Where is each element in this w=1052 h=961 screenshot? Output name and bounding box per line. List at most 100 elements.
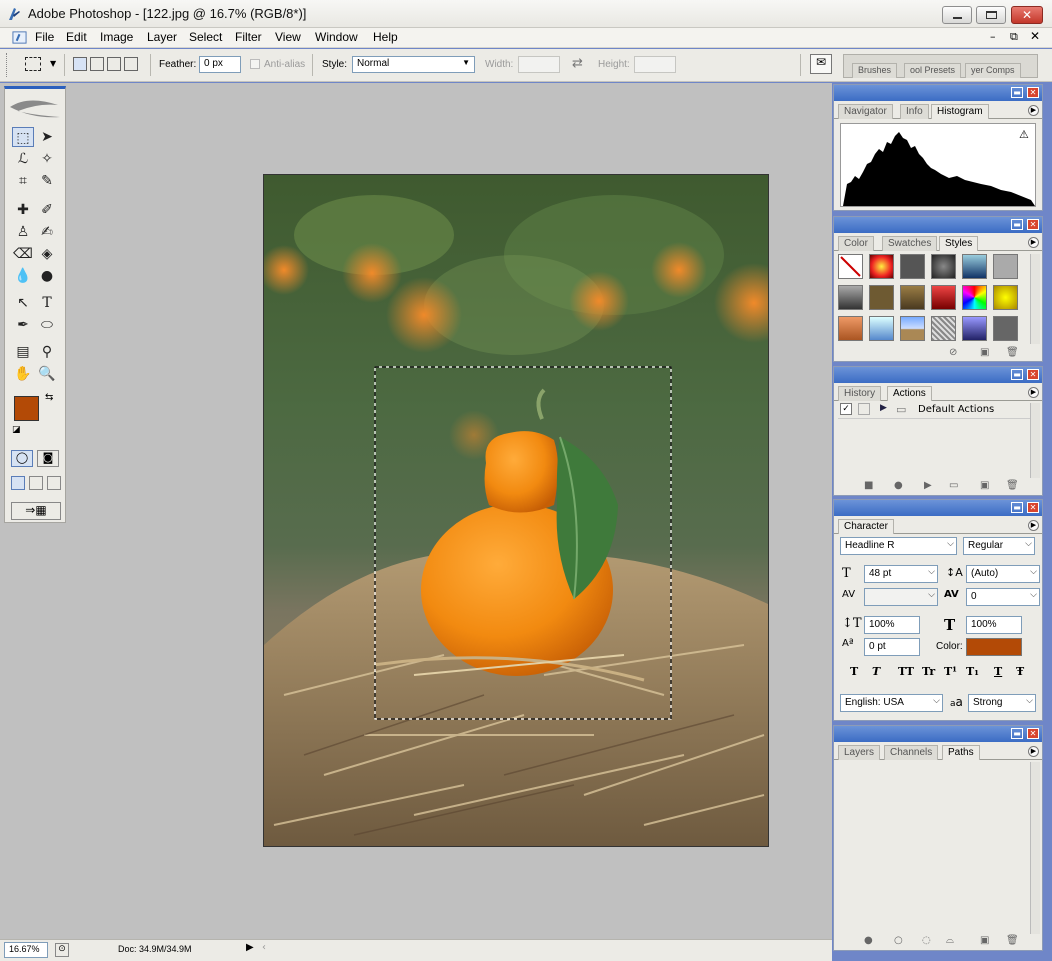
eyedropper-tool[interactable]: ⚲: [36, 342, 58, 362]
actions-scrollbar[interactable]: [1030, 403, 1040, 478]
palette-menu-icon[interactable]: ▶: [1028, 105, 1039, 116]
action-checkbox[interactable]: ✓: [840, 403, 852, 415]
tracking-select[interactable]: 0 ⌵: [966, 588, 1040, 606]
rect-marquee-tool[interactable]: ⬚: [12, 127, 34, 147]
warning-icon[interactable]: ⚠: [1019, 128, 1029, 141]
palette-minimize-icon[interactable]: ▬: [1011, 87, 1023, 98]
baseline-shift-input[interactable]: 0 pt: [864, 638, 920, 656]
zoom-level-field[interactable]: 16.67%: [4, 942, 48, 958]
status-info-icon[interactable]: ⊙: [55, 943, 69, 957]
palette-close-icon[interactable]: ✕: [1027, 219, 1039, 230]
rect-marquee-preset-icon[interactable]: [25, 57, 41, 71]
crop-tool[interactable]: ⌗: [12, 171, 34, 191]
subtract-selection-icon[interactable]: [107, 57, 121, 71]
default-colors-icon[interactable]: ◪: [12, 425, 21, 435]
feather-input[interactable]: 0 px: [199, 56, 241, 73]
menu-edit[interactable]: Edit: [66, 30, 87, 44]
type-tool[interactable]: T: [36, 293, 58, 313]
style-swatch-4[interactable]: [931, 254, 956, 279]
font-size-select[interactable]: 48 pt ⌵: [864, 565, 938, 583]
full-screen-menu-icon[interactable]: [29, 476, 43, 490]
width-input[interactable]: [518, 56, 560, 73]
path-selection-tool[interactable]: ↖: [12, 293, 34, 313]
language-select[interactable]: English: USA ⌵: [840, 694, 943, 712]
close-button[interactable]: ✕: [1011, 6, 1043, 24]
style-swatch-5[interactable]: [962, 254, 987, 279]
tab-navigator[interactable]: Navigator: [838, 104, 893, 119]
standard-mode-icon[interactable]: ◯: [11, 450, 33, 467]
style-swatch-18[interactable]: [993, 316, 1018, 341]
tab-color[interactable]: Color: [838, 236, 874, 251]
lasso-tool[interactable]: ℒ: [12, 149, 34, 169]
options-grip[interactable]: [6, 53, 9, 77]
tab-layers[interactable]: Layers: [838, 745, 881, 760]
leading-select[interactable]: (Auto) ⌵: [966, 565, 1040, 583]
stop-icon[interactable]: ■: [864, 480, 873, 491]
dodge-tool[interactable]: ●: [36, 266, 58, 286]
text-color-swatch[interactable]: [966, 638, 1022, 656]
pen-tool[interactable]: ✒: [12, 315, 34, 335]
healing-brush-tool[interactable]: ✚: [12, 200, 34, 220]
foreground-color-swatch[interactable]: [14, 396, 39, 421]
palette-titlebar[interactable]: ▬ ✕: [834, 726, 1042, 742]
tab-styles[interactable]: Styles: [939, 236, 979, 251]
palette-menu-icon[interactable]: ▶: [1028, 387, 1039, 398]
horizontal-scale-input[interactable]: 100%: [966, 616, 1022, 634]
stroke-path-icon[interactable]: ○: [894, 935, 903, 946]
menu-window[interactable]: Window: [315, 30, 358, 44]
antialias-select[interactable]: Strong ⌵: [968, 694, 1036, 712]
document-canvas[interactable]: [263, 174, 769, 847]
scroll-left-icon[interactable]: ‹: [262, 942, 266, 953]
record-icon[interactable]: ●: [894, 480, 903, 491]
palette-close-icon[interactable]: ✕: [1027, 87, 1039, 98]
superscript-button[interactable]: T¹: [944, 665, 957, 678]
style-swatch-8[interactable]: [869, 285, 894, 310]
style-swatch-3[interactable]: [900, 254, 925, 279]
tab-history[interactable]: History: [838, 386, 882, 401]
menu-select[interactable]: Select: [189, 30, 222, 44]
style-swatch-12[interactable]: [993, 285, 1018, 310]
style-swatch-9[interactable]: [900, 285, 925, 310]
palette-minimize-icon[interactable]: ▬: [1011, 219, 1023, 230]
kerning-select[interactable]: ⌵: [864, 588, 938, 606]
palette-menu-icon[interactable]: ▶: [1028, 520, 1039, 531]
antialias-checkbox[interactable]: [250, 59, 260, 69]
new-selection-icon[interactable]: [73, 57, 87, 71]
palette-menu-icon[interactable]: ▶: [1028, 237, 1039, 248]
quick-mask-icon[interactable]: ◙: [37, 450, 59, 467]
palette-titlebar[interactable]: ▬ ✕: [834, 367, 1042, 383]
menu-help[interactable]: Help: [373, 30, 398, 44]
slice-tool[interactable]: ✎: [36, 171, 58, 191]
underline-button[interactable]: T: [994, 665, 1002, 678]
style-swatch-10[interactable]: [931, 285, 956, 310]
all-caps-button[interactable]: TT: [898, 665, 914, 678]
trash-icon[interactable]: 🗑: [1006, 935, 1019, 946]
style-swatch-7[interactable]: [838, 285, 863, 310]
full-screen-icon[interactable]: [47, 476, 61, 490]
paths-scrollbar[interactable]: [1030, 762, 1040, 934]
doc-restore-button[interactable]: ⧉: [1010, 30, 1018, 44]
swap-arrows-icon[interactable]: ⇄: [572, 56, 583, 71]
style-swatch-none[interactable]: [838, 254, 863, 279]
palette-menu-icon[interactable]: ▶: [1028, 746, 1039, 757]
trash-icon[interactable]: 🗑: [1006, 347, 1019, 358]
move-tool[interactable]: ➤: [36, 127, 58, 147]
font-style-select[interactable]: Regular ⌵: [963, 537, 1035, 555]
new-set-icon[interactable]: ▭: [949, 480, 958, 491]
status-menu-arrow-icon[interactable]: ▶: [246, 942, 254, 953]
intersect-selection-icon[interactable]: [124, 57, 138, 71]
menu-filter[interactable]: Filter: [235, 30, 262, 44]
style-swatch-13[interactable]: [838, 316, 863, 341]
style-swatch-15[interactable]: [900, 316, 925, 341]
tab-histogram[interactable]: Histogram: [931, 104, 989, 119]
action-set-row[interactable]: ✓ ▶ ▭ Default Actions: [838, 403, 1030, 419]
play-icon[interactable]: ▶: [924, 480, 932, 491]
styles-scrollbar[interactable]: [1030, 254, 1040, 344]
new-action-icon[interactable]: ▣: [980, 480, 989, 491]
eraser-tool[interactable]: ⌫: [12, 244, 34, 264]
style-swatch-11[interactable]: [962, 285, 987, 310]
style-swatch-17[interactable]: [962, 316, 987, 341]
palette-titlebar[interactable]: ▬ ✕: [834, 500, 1042, 516]
hand-tool[interactable]: ✋: [12, 364, 34, 384]
palette-close-icon[interactable]: ✕: [1027, 369, 1039, 380]
